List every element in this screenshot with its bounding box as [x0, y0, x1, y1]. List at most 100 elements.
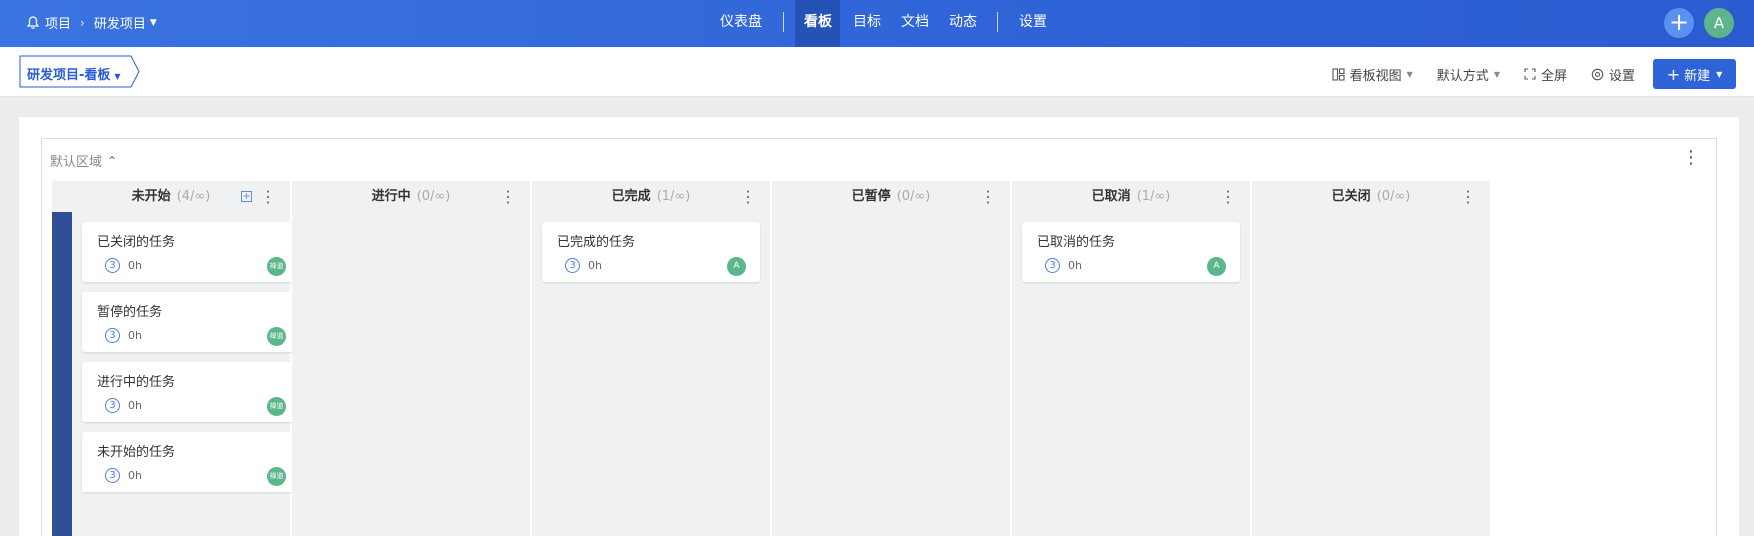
priority-badge: 3 [105, 328, 120, 343]
board-selector[interactable]: 研发项目-看板 ▼ [19, 55, 140, 88]
more-vertical-icon[interactable]: ⋮ [1460, 181, 1476, 212]
assignee-avatar[interactable]: 禅道 [267, 257, 286, 276]
task-title: 进行中的任务 [97, 375, 176, 390]
new-button-label: 新建 [1684, 68, 1711, 84]
task-hours: 0h [1068, 259, 1082, 272]
chevron-down-icon[interactable]: ▼ [1716, 70, 1722, 79]
task-card[interactable]: 已关闭的任务 3 0h 禅道 [82, 222, 300, 282]
task-hours: 0h [128, 399, 142, 412]
more-vertical-icon[interactable]: ⋮ [740, 181, 756, 212]
tab-goals[interactable]: 目标 [853, 0, 881, 44]
task-meta: 3 0h [105, 328, 142, 343]
task-card[interactable]: 进行中的任务 3 0h 禅道 [82, 362, 300, 422]
settings-button[interactable]: 设置 [1591, 65, 1635, 84]
column-header: 已暂停 (0/∞) ⋮ [772, 181, 1010, 212]
new-button[interactable]: + 新建 ▼ [1653, 59, 1736, 89]
lane-stripe [52, 212, 72, 536]
assignee-avatar[interactable]: 禅道 [267, 397, 286, 416]
sort-selector[interactable]: 默认方式 ▼ [1437, 65, 1500, 84]
column-count: (0/∞) [416, 189, 451, 204]
nav-tab-bar: 仪表盘 看板 目标 文档 动态 设置 [0, 0, 1754, 47]
task-title: 已取消的任务 [1037, 235, 1116, 250]
sort-selector-label: 默认方式 [1436, 68, 1489, 84]
more-vertical-icon[interactable]: ⋮ [500, 181, 516, 212]
more-vertical-icon[interactable]: ⋮ [1220, 181, 1236, 212]
column-title: 已取消 [1091, 189, 1131, 204]
avatar[interactable]: A [1704, 8, 1734, 38]
column-count: (0/∞) [1376, 189, 1411, 204]
chevron-down-icon: ▼ [1493, 69, 1500, 79]
tab-activity[interactable]: 动态 [949, 0, 977, 44]
card-list: 已关闭的任务 3 0h 禅道 暂停的任务 3 0h 禅道 进行中的任务 3 0h 禅道 [82, 222, 300, 502]
tab-dashboard[interactable]: 仪表盘 [720, 0, 762, 44]
assignee-avatar[interactable]: 禅道 [267, 467, 286, 486]
tab-board-label[interactable]: 看板 [804, 0, 832, 44]
board-selector-label: 研发项目-看板 ▼ [27, 64, 121, 83]
card-list: 已完成的任务 3 0h A [542, 222, 760, 292]
add-card-icon[interactable]: + [241, 191, 252, 202]
task-meta: 3 0h [565, 258, 602, 273]
column-title: 进行中 [371, 189, 411, 204]
column-paused: 已暂停 (0/∞) ⋮ [772, 181, 1010, 536]
column-closed: 已关闭 (0/∞) ⋮ [1252, 181, 1490, 536]
column-header: 进行中 (0/∞) ⋮ [292, 181, 530, 212]
view-switcher[interactable]: 看板视图 ▼ [1332, 65, 1413, 84]
more-vertical-icon[interactable]: ⋮ [260, 181, 276, 212]
priority-badge: 3 [105, 258, 120, 273]
column-header: 已取消 (1/∞) ⋮ [1012, 181, 1250, 212]
task-card[interactable]: 未开始的任务 3 0h 禅道 [82, 432, 300, 492]
assignee-avatar[interactable]: A [727, 257, 746, 276]
column-todo: 未开始 (4/∞) + ⋮ 已关闭的任务 3 0h 禅道 暂停的任务 3 0h 禅道 [52, 181, 300, 536]
task-meta: 3 0h [1045, 258, 1082, 273]
column-done: 已完成 (1/∞) ⋮ 已完成的任务 3 0h A [532, 181, 770, 536]
region-header[interactable]: 默认区域 ⌃ [50, 151, 117, 171]
column-header: 已关闭 (0/∞) ⋮ [1252, 181, 1490, 212]
column-cancelled: 已取消 (1/∞) ⋮ 已取消的任务 3 0h A [1012, 181, 1250, 536]
task-title: 暂停的任务 [97, 305, 163, 320]
task-hours: 0h [128, 469, 142, 482]
column-count: (0/∞) [896, 189, 931, 204]
board-toolbar: 研发项目-看板 ▼ 看板视图 ▼ 默认方式 ▼ 全屏 设置 + 新建 ▼ [0, 47, 1754, 97]
column-title: 已完成 [611, 189, 651, 204]
more-vertical-icon[interactable]: ⋮ [980, 181, 996, 212]
column-count: (1/∞) [1136, 189, 1171, 204]
column-header: 已完成 (1/∞) ⋮ [532, 181, 770, 212]
task-hours: 0h [128, 329, 142, 342]
task-card[interactable]: 暂停的任务 3 0h 禅道 [82, 292, 300, 352]
board-region: 默认区域 ⌃ ⋮ 未开始 (4/∞) + ⋮ 已关闭的任务 3 0h 禅道 暂停… [41, 138, 1717, 536]
task-title: 已完成的任务 [557, 235, 636, 250]
chevron-down-icon: ▼ [114, 72, 121, 81]
priority-badge: 3 [565, 258, 580, 273]
fullscreen-icon [1524, 68, 1536, 80]
priority-badge: 3 [105, 468, 120, 483]
tab-settings[interactable]: 设置 [1019, 0, 1047, 44]
column-title: 未开始 [131, 189, 171, 204]
toolbar-actions: 看板视图 ▼ 默认方式 ▼ 全屏 设置 + 新建 ▼ [1308, 59, 1736, 89]
assignee-avatar[interactable]: 禅道 [267, 327, 286, 346]
task-card[interactable]: 已取消的任务 3 0h A [1022, 222, 1240, 282]
task-meta: 3 0h [105, 398, 142, 413]
create-plus-icon[interactable]: + [1664, 8, 1694, 38]
priority-badge: 3 [1045, 258, 1060, 273]
nav-divider [783, 12, 784, 32]
column-title: 已暂停 [851, 189, 891, 204]
column-count: (1/∞) [656, 189, 691, 204]
fullscreen-label: 全屏 [1540, 68, 1567, 84]
board-container: 默认区域 ⌃ ⋮ 未开始 (4/∞) + ⋮ 已关闭的任务 3 0h 禅道 暂停… [19, 117, 1739, 536]
task-hours: 0h [588, 259, 602, 272]
fullscreen-button[interactable]: 全屏 [1524, 65, 1567, 84]
column-doing: 进行中 (0/∞) ⋮ [292, 181, 530, 536]
chevron-down-icon: ▼ [1406, 69, 1413, 79]
priority-badge: 3 [105, 398, 120, 413]
task-hours: 0h [128, 259, 142, 272]
chevron-double-up-icon[interactable]: ⌃ [107, 154, 117, 168]
assignee-avatar[interactable]: A [1207, 257, 1226, 276]
more-vertical-icon[interactable]: ⋮ [1682, 147, 1700, 168]
task-meta: 3 0h [105, 258, 142, 273]
column-header: 未开始 (4/∞) + ⋮ [52, 181, 290, 212]
view-switcher-label: 看板视图 [1349, 68, 1402, 84]
tab-docs[interactable]: 文档 [901, 0, 929, 44]
task-card[interactable]: 已完成的任务 3 0h A [542, 222, 760, 282]
settings-label: 设置 [1608, 68, 1635, 84]
plus-icon: + [1666, 64, 1681, 84]
